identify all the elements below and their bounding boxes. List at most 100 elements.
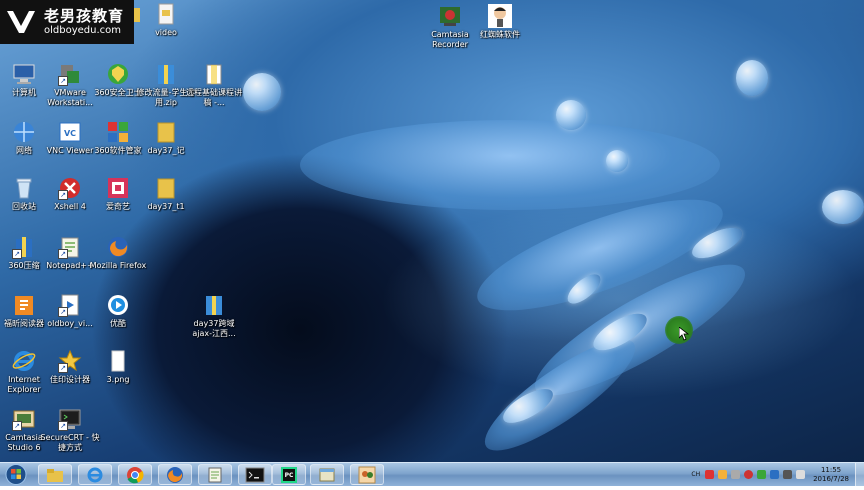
input-language[interactable]: CH	[691, 471, 700, 478]
ie-icon	[87, 467, 103, 482]
360-software-icon	[106, 120, 130, 144]
youku-icon	[106, 293, 130, 317]
desktop-icon-label: video	[155, 28, 177, 37]
desktop-icon-label: 红蜘蛛软件	[480, 30, 520, 39]
desktop-icon-label: 3.png	[106, 375, 130, 384]
recycle-bin-icon	[12, 176, 36, 200]
desktop-icon-label: Mozilla Firefox	[89, 261, 147, 270]
mouse-pointer-icon	[679, 327, 689, 341]
tray-icon[interactable]	[731, 470, 741, 479]
show-desktop-button[interactable]	[855, 463, 864, 486]
taskbar-item-file-manager[interactable]	[310, 464, 344, 485]
users-icon	[358, 466, 376, 483]
record-tray-icon[interactable]	[744, 470, 754, 479]
vmware-icon: ↗	[58, 62, 82, 86]
clock[interactable]: 11:55 2016/7/28	[813, 466, 849, 484]
desktop-icon-firefox[interactable]: Mozilla Firefox	[88, 235, 148, 271]
water-drop	[243, 73, 281, 111]
watermark-title: 老男孩教育	[44, 7, 125, 25]
svg-text:PC: PC	[285, 472, 294, 479]
desktop-icon-label: 优酷	[110, 319, 126, 328]
network-icon	[12, 120, 36, 144]
taskbar: PC CH 11:55 2016/7/28	[0, 462, 864, 486]
watermark-text: 老男孩教育 oldboyedu.com	[44, 7, 124, 37]
antivirus-tray-icon[interactable]	[705, 470, 715, 479]
360-security-icon	[106, 62, 130, 86]
folder-icon	[154, 120, 178, 144]
video-file-icon: ↗	[58, 293, 82, 317]
water-drop	[736, 60, 768, 96]
file-manager-icon	[319, 468, 335, 481]
desktop-icon-youku[interactable]: 优酷	[88, 293, 148, 329]
start-button[interactable]	[2, 463, 30, 486]
taskbar-item-ie[interactable]	[78, 464, 112, 485]
360-zip-icon: ↗	[12, 235, 36, 259]
notepad-plus-icon: ↗	[58, 235, 82, 259]
pycharm-icon: PC	[281, 466, 297, 483]
shortcut-arrow-icon: ↗	[58, 307, 68, 317]
water-drop	[556, 100, 586, 130]
taskbar-item-firefox[interactable]	[158, 464, 192, 485]
water-drop	[606, 150, 628, 172]
shortcut-arrow-icon: ↗	[58, 421, 68, 431]
shortcut-arrow-icon: ↗	[58, 363, 68, 373]
desktop-icon-video[interactable]: video	[136, 2, 196, 38]
desktop-icon-label: 远程基础课程讲稿 -...	[186, 88, 242, 107]
desktop-icon-day37-t1[interactable]: day37_t1	[136, 176, 196, 212]
clock-date: 2016/7/28	[813, 474, 849, 483]
vnc-icon: VC	[58, 120, 82, 144]
water-drop	[822, 190, 864, 224]
camtasia-recorder-icon	[438, 4, 462, 28]
desktop-icon-label: day37_记	[147, 146, 185, 155]
file-icon	[154, 2, 178, 26]
security-tray-icon[interactable]	[757, 470, 767, 479]
desktop-icon-3png[interactable]: 3.png	[88, 349, 148, 385]
taskbar-item-terminal[interactable]	[238, 464, 272, 485]
notification-tray-icon[interactable]	[718, 470, 728, 479]
desktop-icon-day37-ji[interactable]: day37_记	[136, 120, 196, 156]
wallpaper-splash	[300, 120, 720, 210]
document-icon	[202, 62, 226, 86]
desktop-icon-label: day37_t1	[147, 202, 185, 211]
notepad-icon	[208, 467, 222, 482]
designer-icon: ↗	[58, 349, 82, 373]
archive-icon	[202, 293, 226, 317]
computer-icon	[12, 62, 36, 86]
image-file-icon	[106, 349, 130, 373]
firefox-icon	[106, 235, 130, 259]
clock-time: 11:55	[820, 465, 842, 474]
oldboy-watermark: 老男孩教育 oldboyedu.com	[0, 0, 134, 44]
shortcut-arrow-icon: ↗	[58, 190, 68, 200]
taskbar-item-users[interactable]	[350, 464, 384, 485]
firefox-icon	[167, 466, 183, 483]
ie-icon	[12, 349, 36, 373]
desktop-icon-label: day37跨域ajax-江西...	[192, 319, 236, 338]
camtasia-studio-icon: ↗	[12, 407, 36, 431]
terminal-icon	[245, 467, 265, 482]
oldboy-logo-icon	[7, 11, 35, 33]
taskbar-item-chrome[interactable]	[118, 464, 152, 485]
shortcut-arrow-icon: ↗	[58, 76, 68, 86]
network-tray-icon[interactable]	[770, 470, 780, 479]
desktop-icon-securecrt[interactable]: ↗ SecureCRT - 快捷方式	[40, 407, 100, 453]
system-tray: CH 11:55 2016/7/28	[691, 463, 864, 486]
taskbar-item-explorer[interactable]	[38, 464, 72, 485]
desktop-icon-label: SecureCRT - 快捷方式	[40, 433, 100, 452]
taskbar-item-notepad[interactable]	[198, 464, 232, 485]
flag-tray-icon[interactable]	[783, 470, 793, 479]
taskbar-item-pycharm[interactable]: PC	[272, 464, 306, 485]
desktop-icon-day37-ajax[interactable]: day37跨域ajax-江西...	[184, 293, 244, 339]
desktop-icon-hongzhizhu[interactable]: 红蜘蛛软件	[470, 4, 530, 40]
securecrt-icon: ↗	[58, 407, 82, 431]
iqiyi-icon	[106, 176, 130, 200]
folder-icon	[47, 468, 63, 482]
zip-icon	[154, 62, 178, 86]
shortcut-arrow-icon: ↗	[12, 249, 22, 259]
desktop-icon-remote-course[interactable]: 远程基础课程讲稿 -...	[184, 62, 244, 108]
person-icon	[488, 4, 512, 28]
chrome-icon	[127, 466, 144, 483]
shortcut-arrow-icon: ↗	[12, 421, 22, 431]
volume-icon[interactable]	[796, 470, 806, 479]
svg-text:VC: VC	[64, 129, 76, 138]
foxit-icon	[12, 293, 36, 317]
